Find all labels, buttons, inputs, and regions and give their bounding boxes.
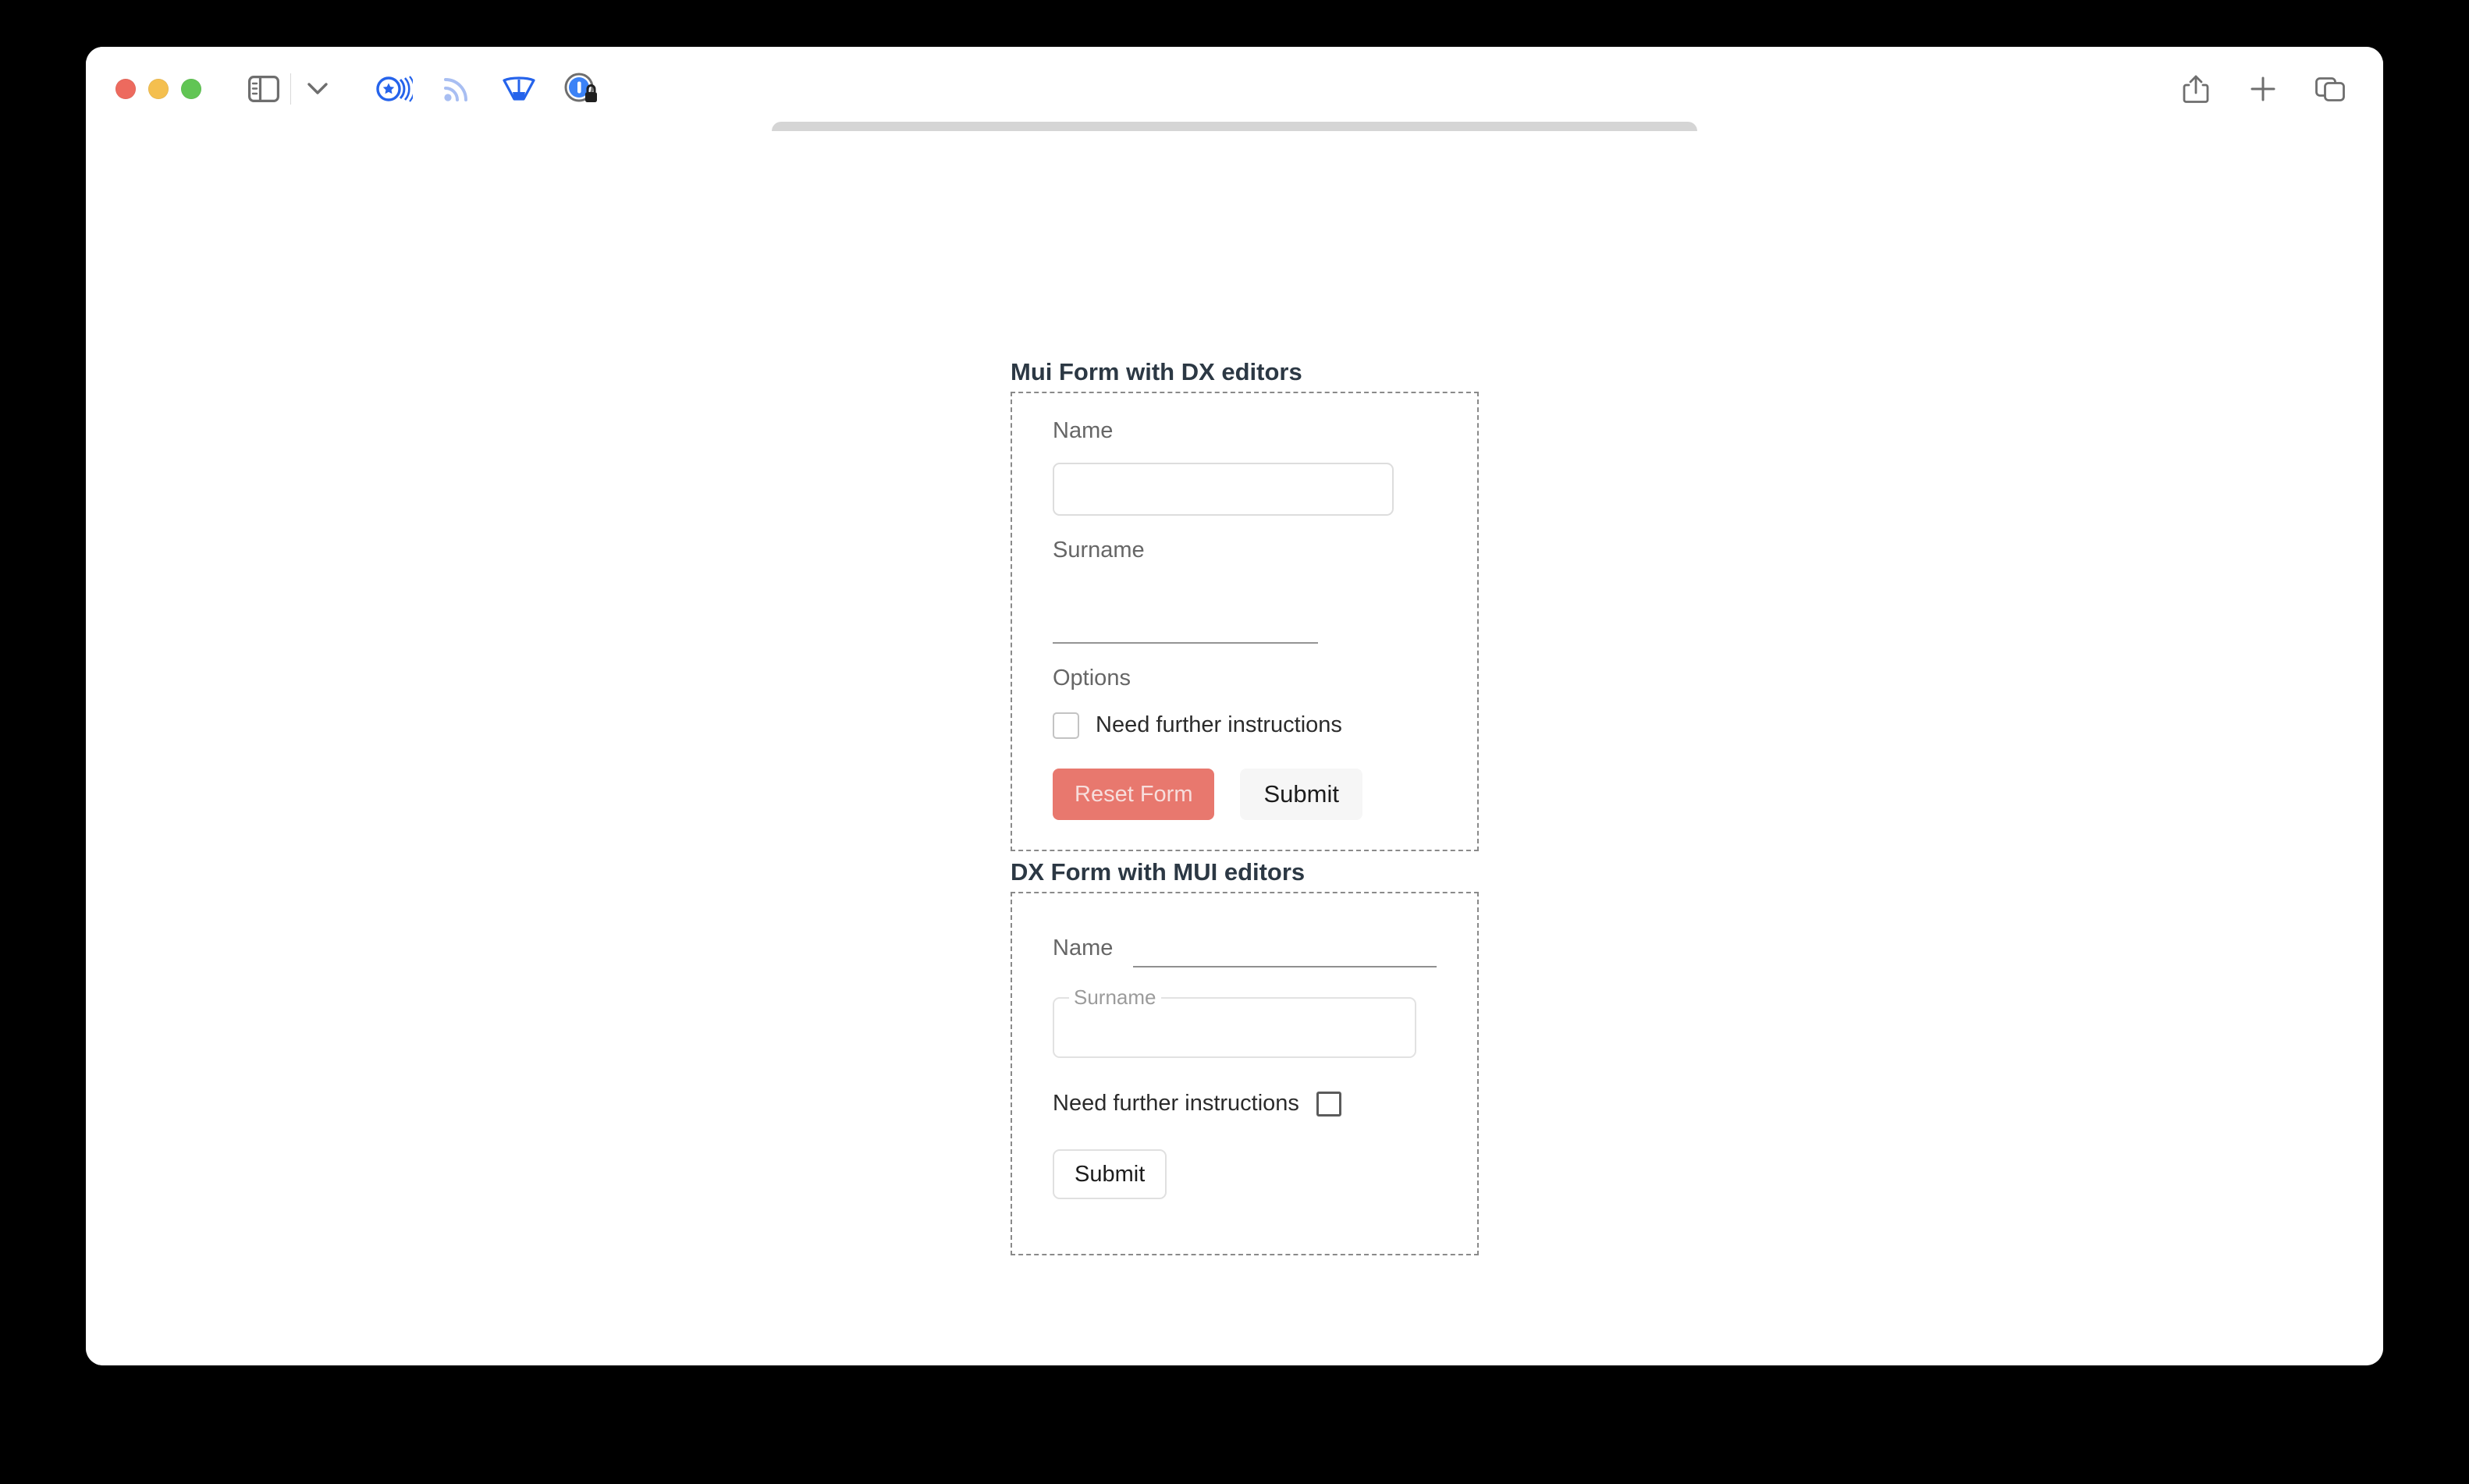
toolbar-divider <box>290 73 291 105</box>
toolbar-extensions <box>372 67 603 111</box>
plus-icon[interactable] <box>2241 67 2285 111</box>
browser-toolbar: localhost <box>86 47 2383 170</box>
form2-checkbox[interactable] <box>1316 1091 1341 1117</box>
form1-reset-button[interactable]: Reset Form <box>1053 768 1215 820</box>
form1-checkbox-row[interactable]: Need further instructions <box>1053 712 1437 739</box>
share-icon[interactable] <box>2174 67 2218 111</box>
minimize-window-button[interactable] <box>148 79 169 99</box>
form1-name-input[interactable] <box>1053 463 1394 517</box>
form1-checkbox-label: Need further instructions <box>1096 712 1342 738</box>
form1-button-row: Reset Form Submit <box>1053 768 1437 820</box>
star-broadcast-icon[interactable] <box>372 67 416 111</box>
form1-checkbox[interactable] <box>1053 712 1079 739</box>
tab-overview-icon[interactable] <box>2308 67 2352 111</box>
form1-name-label: Name <box>1053 417 1114 443</box>
form1-submit-button[interactable]: Submit <box>1240 768 1362 820</box>
form2-checkbox-label: Need further instructions <box>1053 1091 1299 1117</box>
toolbar-right-controls <box>2174 67 2352 111</box>
toolbar-left-controls <box>242 67 339 111</box>
form2-name-field: Name <box>1053 934 1437 968</box>
form1-options-label: Options <box>1053 666 1131 691</box>
wiper-fan-icon[interactable] <box>497 67 541 111</box>
form2-container: Name Surname Need further instructions S… <box>1011 891 1479 1256</box>
form2-name-label: Name <box>1053 935 1114 960</box>
form1-surname-label: Surname <box>1053 538 1145 563</box>
traffic-light-group <box>115 79 201 99</box>
form2-surname-label: Surname <box>1069 985 1161 1010</box>
page-content: Mui Form with DX editors Name Surname Op… <box>86 131 2383 1365</box>
form2-surname-field[interactable]: Surname <box>1053 985 1416 1059</box>
form1-container: Name Surname Options Need further instru… <box>1011 391 1479 851</box>
privacy-lock-icon[interactable] <box>560 67 603 111</box>
form1-surname-input[interactable] <box>1053 577 1318 644</box>
form2-checkbox-row[interactable]: Need further instructions <box>1053 1091 1437 1117</box>
form1-title: Mui Form with DX editors <box>1011 358 1302 385</box>
rss-feed-icon[interactable] <box>435 67 478 111</box>
form1-surname-field: Surname <box>1053 536 1437 644</box>
sidebar-icon[interactable] <box>242 67 286 111</box>
form2-wrapper: DX Form with MUI editors Name Surname Ne… <box>1011 857 1479 1256</box>
form1-name-field: Name <box>1053 417 1437 517</box>
zoom-window-button[interactable] <box>181 79 201 99</box>
chevron-down-icon[interactable] <box>296 67 339 111</box>
form2-name-input[interactable] <box>1133 944 1437 968</box>
close-window-button[interactable] <box>115 79 136 99</box>
form1-options-group: Options Need further instructions <box>1053 664 1437 739</box>
form2-submit-button[interactable]: Submit <box>1053 1149 1167 1200</box>
browser-window: localhost <box>86 47 2383 1365</box>
forms-column: Mui Form with DX editors Name Surname Op… <box>1011 357 1479 1256</box>
form2-title: DX Form with MUI editors <box>1011 857 1306 886</box>
